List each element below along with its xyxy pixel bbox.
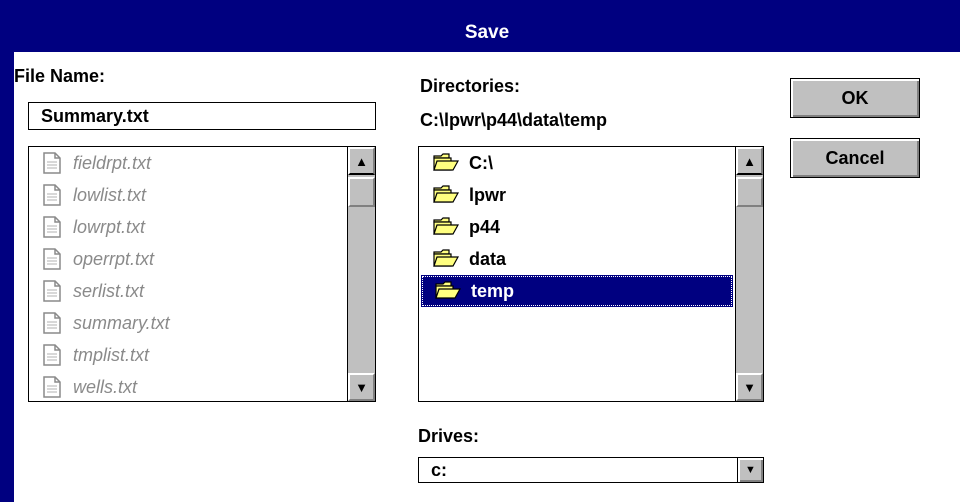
directory-item-5[interactable]: temp — [421, 275, 733, 307]
file-name-text: tmplist.txt — [73, 344, 150, 365]
text-file-icon — [43, 248, 63, 270]
directory-list-items: C:\ lpwr p44 data temp — [419, 147, 735, 401]
dropdown-arrow-button[interactable]: ▼ — [737, 458, 763, 482]
file-list-item[interactable]: lowlist.txt — [29, 179, 347, 211]
directory-item-1[interactable]: C:\ — [419, 147, 735, 179]
directory-list[interactable]: C:\ lpwr p44 data temp ▲ ▼ — [418, 146, 764, 402]
text-file-icon — [43, 312, 63, 334]
text-file-icon — [43, 152, 63, 174]
ok-button[interactable]: OK — [790, 78, 920, 118]
dir-scroll-thumb[interactable] — [736, 177, 763, 207]
directory-name-text: C:\ — [469, 152, 493, 173]
directory-name-text: lpwr — [469, 184, 507, 205]
file-name-text: summary.txt — [73, 312, 170, 333]
file-name-text: lowlist.txt — [73, 184, 147, 205]
file-name-text: serlist.txt — [73, 280, 145, 301]
drives-value: c: — [431, 460, 448, 480]
directory-item-4[interactable]: data — [419, 243, 735, 275]
file-list[interactable]: fieldrpt.txt lowlist.txt lowrpt.txt operrpt… — [28, 146, 376, 402]
drives-dropdown[interactable]: c: ▼ — [418, 457, 764, 483]
dir-scroll-down-button[interactable]: ▼ — [736, 373, 763, 401]
directories-label: Directories: — [420, 76, 521, 96]
file-name-text: lowrpt.txt — [73, 216, 146, 237]
text-file-icon — [43, 216, 63, 238]
open-folder-icon — [433, 152, 460, 174]
file-name-text: fieldrpt.txt — [73, 152, 152, 173]
dialog-title: Save — [14, 14, 960, 52]
text-file-icon — [43, 280, 63, 302]
file-name-text: wells.txt — [73, 376, 138, 397]
file-list-item[interactable]: operrpt.txt — [29, 243, 347, 275]
file-list-item[interactable]: serlist.txt — [29, 275, 347, 307]
file-list-item[interactable]: summary.txt — [29, 307, 347, 339]
text-file-icon — [43, 184, 63, 206]
cancel-button[interactable]: Cancel — [790, 138, 920, 178]
scroll-up-arrow-icon: ▲ — [355, 153, 368, 169]
file-list-item[interactable]: tmplist.txt — [29, 339, 347, 371]
open-folder-icon — [433, 216, 460, 238]
file-scroll-thumb[interactable] — [348, 177, 375, 207]
text-file-icon — [43, 376, 63, 398]
chevron-down-icon: ▼ — [745, 464, 756, 476]
scroll-up-arrow-icon: ▲ — [743, 153, 756, 169]
directory-name-text: temp — [471, 280, 515, 301]
file-name-text: operrpt.txt — [73, 248, 155, 269]
file-list-scrollbar[interactable]: ▲ ▼ — [347, 147, 375, 401]
file-name-input[interactable]: Summary.txt — [28, 102, 376, 130]
scroll-down-arrow-icon: ▼ — [743, 379, 756, 395]
dir-scroll-up-button[interactable]: ▲ — [736, 147, 763, 175]
file-list-items: fieldrpt.txt lowlist.txt lowrpt.txt operrpt… — [29, 147, 347, 401]
file-name-label: File Name: — [14, 66, 106, 86]
file-scroll-down-button[interactable]: ▼ — [348, 373, 375, 401]
directory-item-3[interactable]: p44 — [419, 211, 735, 243]
drives-label: Drives: — [418, 426, 480, 446]
text-file-icon — [43, 344, 63, 366]
directory-name-text: data — [469, 248, 507, 269]
file-list-item[interactable]: lowrpt.txt — [29, 211, 347, 243]
open-folder-icon — [433, 184, 460, 206]
directory-list-scrollbar[interactable]: ▲ ▼ — [735, 147, 763, 401]
file-list-item[interactable]: wells.txt — [29, 371, 347, 401]
directory-name-text: p44 — [469, 216, 501, 237]
open-folder-icon — [435, 280, 462, 302]
scroll-down-arrow-icon: ▼ — [355, 379, 368, 395]
current-path: C:\lpwr\p44\data\temp — [420, 110, 608, 130]
save-dialog: Save File Name: Summary.txt fieldrpt.txt… — [0, 0, 960, 502]
open-folder-icon — [433, 248, 460, 270]
file-list-item[interactable]: fieldrpt.txt — [29, 147, 347, 179]
dialog-body: File Name: Summary.txt fieldrpt.txt lowli… — [14, 52, 960, 502]
directory-item-2[interactable]: lpwr — [419, 179, 735, 211]
file-scroll-up-button[interactable]: ▲ — [348, 147, 375, 175]
